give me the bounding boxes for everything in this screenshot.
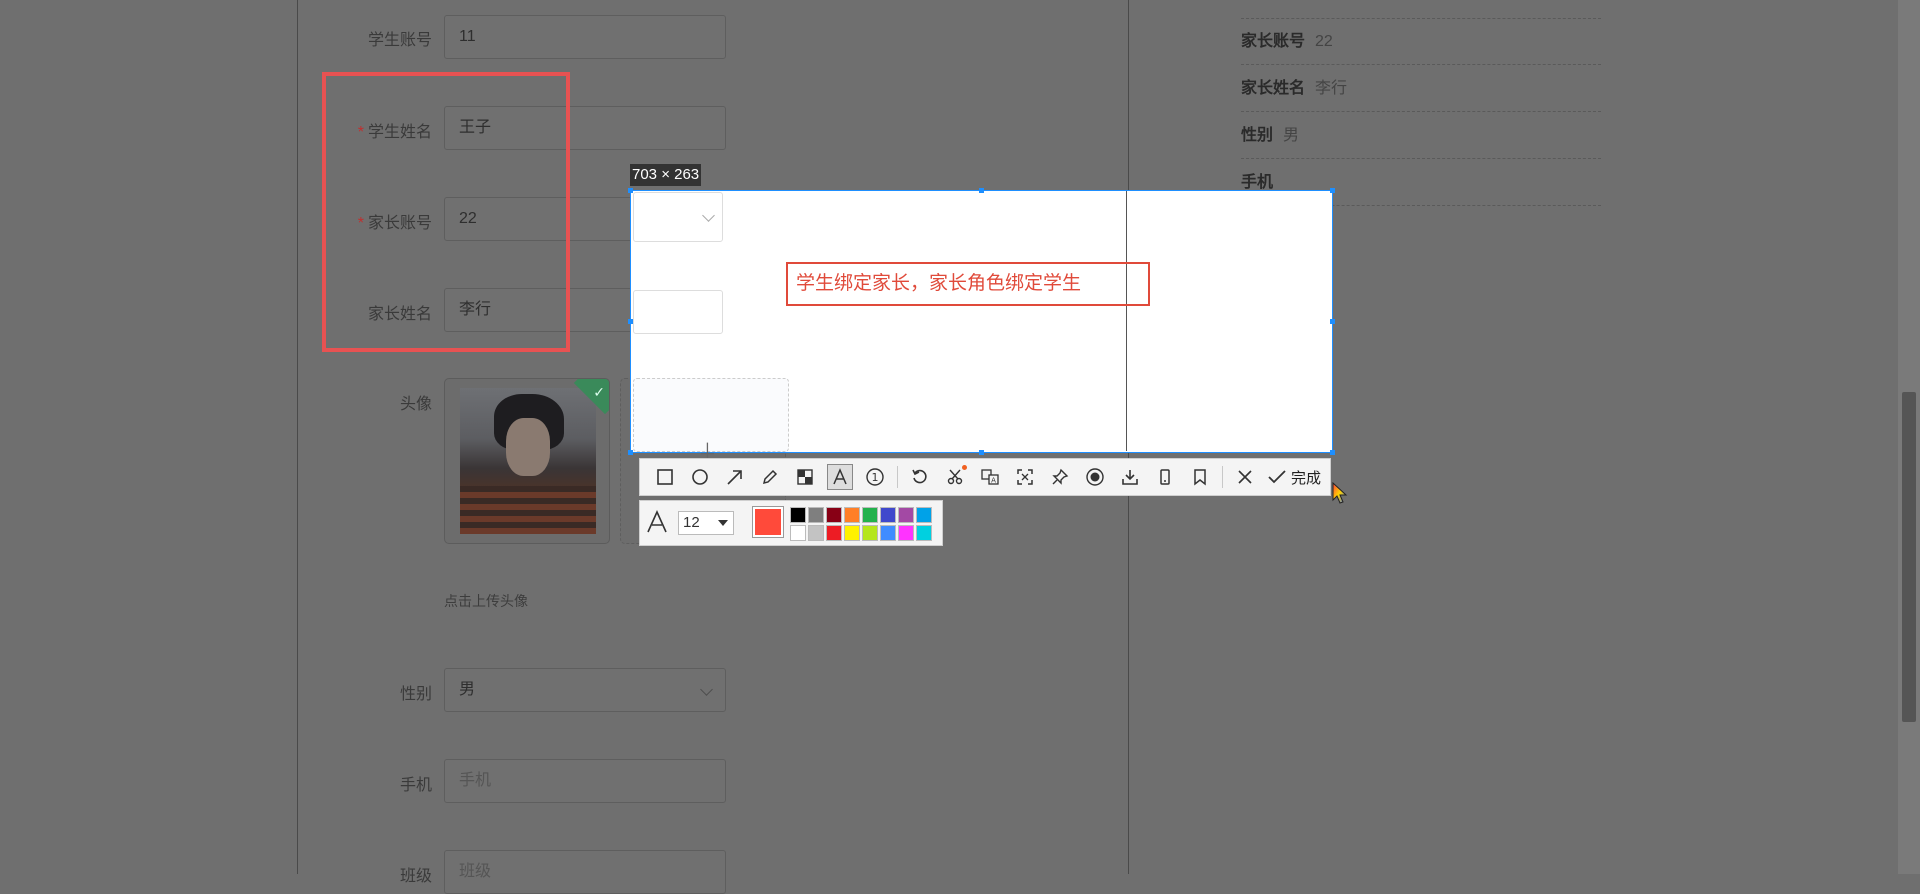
gender-select[interactable]: 男	[444, 668, 726, 712]
gender-label: 性别	[399, 686, 432, 703]
detail-row-parent-account: 家长账号 22	[1241, 19, 1601, 65]
done-label: 完成	[1291, 469, 1322, 487]
rectangle-tool-icon[interactable]	[652, 464, 678, 490]
captured-select-edge	[633, 192, 723, 242]
download-icon[interactable]	[1117, 464, 1143, 490]
text-annotation[interactable]: 学生绑定家长，家长角色绑定学生	[786, 262, 1150, 306]
capture-size-label: 703 × 263	[630, 164, 702, 186]
bookmark-icon[interactable]	[1187, 464, 1213, 490]
color-swatch[interactable]	[898, 525, 914, 541]
scissors-icon[interactable]	[942, 464, 968, 490]
detail-row-gender: 性别男	[1241, 113, 1601, 159]
captured-divider	[1126, 191, 1127, 451]
class-input[interactable]: 班级	[444, 850, 726, 894]
detail-row-parent-name: 家长姓名 李行	[1241, 66, 1601, 112]
color-swatch[interactable]	[862, 507, 878, 523]
avatar-thumbnail[interactable]: ✓	[444, 378, 610, 544]
arrow-tool-icon[interactable]	[722, 464, 748, 490]
close-icon[interactable]	[1232, 464, 1258, 490]
highlight-frame	[322, 72, 570, 352]
capture-toolbar: 1 A 完成	[639, 458, 1331, 496]
resize-handle[interactable]	[628, 319, 633, 324]
font-size-select[interactable]: 12	[678, 511, 734, 535]
mouse-cursor	[1332, 481, 1350, 511]
toolbar-separator	[1222, 466, 1223, 488]
resize-handle[interactable]	[979, 450, 984, 455]
chevron-down-icon	[700, 683, 713, 696]
check-icon	[1268, 470, 1286, 484]
color-swatch[interactable]	[916, 507, 932, 523]
color-swatch[interactable]	[844, 525, 860, 541]
color-swatch[interactable]	[880, 507, 896, 523]
resize-handle[interactable]	[1330, 319, 1335, 324]
toolbar-separator	[897, 466, 898, 488]
phone-label: 手机	[399, 777, 432, 794]
resize-handle[interactable]	[628, 450, 633, 455]
avatar-photo	[460, 388, 596, 534]
number-tool-icon[interactable]: 1	[862, 464, 888, 490]
color-swatch[interactable]	[808, 507, 824, 523]
class-label: 班级	[399, 868, 432, 885]
ocr-icon[interactable]	[1012, 464, 1038, 490]
detail-row-partial	[1241, 0, 1601, 19]
color-swatch[interactable]	[880, 525, 896, 541]
mosaic-tool-icon[interactable]	[792, 464, 818, 490]
resize-handle[interactable]	[628, 188, 633, 193]
ellipse-tool-icon[interactable]	[687, 464, 713, 490]
svg-text:A: A	[991, 477, 996, 485]
resize-handle[interactable]	[979, 188, 984, 193]
phone-input[interactable]: 手机	[444, 759, 726, 803]
color-swatch[interactable]	[862, 525, 878, 541]
done-button[interactable]: 完成	[1267, 467, 1321, 488]
current-color-swatch[interactable]	[752, 506, 784, 538]
record-icon[interactable]	[1082, 464, 1108, 490]
resize-handle[interactable]	[1330, 188, 1335, 193]
scrollbar-thumb[interactable]	[1902, 392, 1916, 722]
color-swatch[interactable]	[898, 507, 914, 523]
svg-text:1: 1	[872, 471, 879, 484]
pen-tool-icon[interactable]	[757, 464, 783, 490]
color-swatch[interactable]	[844, 507, 860, 523]
undo-icon[interactable]	[907, 464, 933, 490]
resize-handle[interactable]	[1330, 450, 1335, 455]
color-swatch[interactable]	[790, 507, 806, 523]
pin-icon[interactable]	[1047, 464, 1073, 490]
captured-input-edge	[633, 290, 723, 334]
student-account-label: 学生账号	[367, 32, 432, 49]
color-swatch[interactable]	[826, 507, 842, 523]
avatar-label: 头像	[399, 396, 432, 413]
color-swatch[interactable]	[916, 525, 932, 541]
font-icon	[646, 510, 668, 539]
color-swatch[interactable]	[808, 525, 824, 541]
student-account-input[interactable]: 11	[444, 15, 726, 59]
color-swatch[interactable]	[826, 525, 842, 541]
captured-upload-edge	[633, 378, 789, 452]
text-tool-icon[interactable]	[827, 464, 853, 490]
translate-icon[interactable]: A	[977, 464, 1003, 490]
color-palette	[790, 507, 934, 541]
avatar-upload-hint: 点击上传头像	[444, 593, 528, 609]
phone-icon[interactable]	[1152, 464, 1178, 490]
color-swatch[interactable]	[790, 525, 806, 541]
check-icon: ✓	[593, 384, 605, 400]
chevron-down-icon	[702, 209, 715, 222]
capture-region[interactable]	[630, 190, 1333, 453]
caret-down-icon	[718, 520, 728, 526]
